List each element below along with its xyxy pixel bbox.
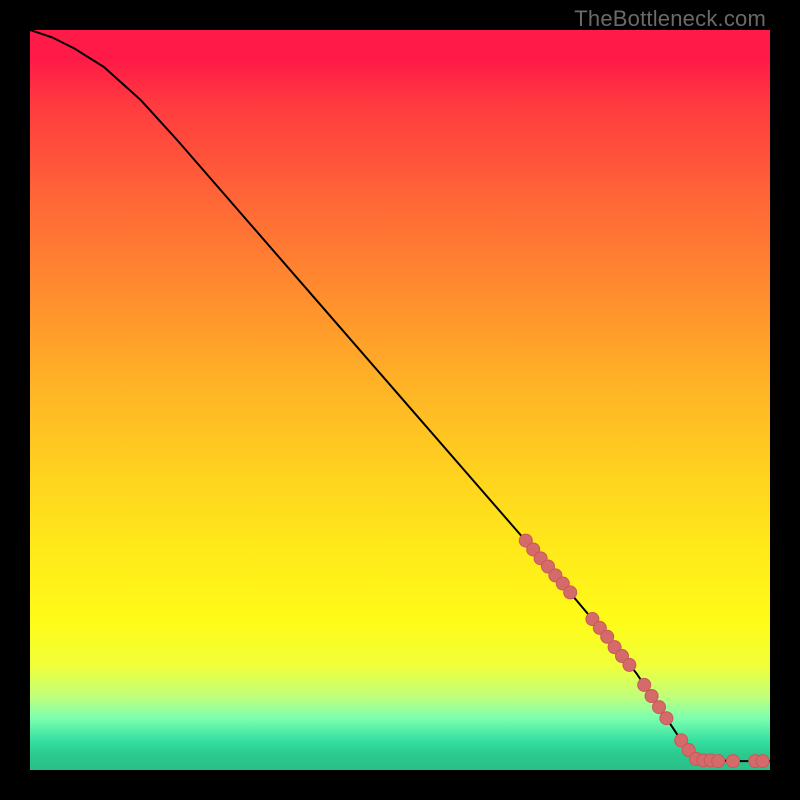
watermark-text: TheBottleneck.com xyxy=(574,6,766,32)
data-marker xyxy=(623,658,636,671)
plot-area xyxy=(30,30,770,770)
data-marker xyxy=(645,690,658,703)
data-marker xyxy=(564,586,577,599)
data-marker xyxy=(712,755,725,768)
data-marker xyxy=(727,755,740,768)
marker-group xyxy=(519,534,769,768)
curve-line xyxy=(30,30,770,761)
data-marker xyxy=(756,755,769,768)
data-marker xyxy=(638,678,651,691)
chart-frame xyxy=(30,30,770,770)
chart-svg xyxy=(30,30,770,770)
data-marker xyxy=(653,701,666,714)
data-marker xyxy=(660,712,673,725)
